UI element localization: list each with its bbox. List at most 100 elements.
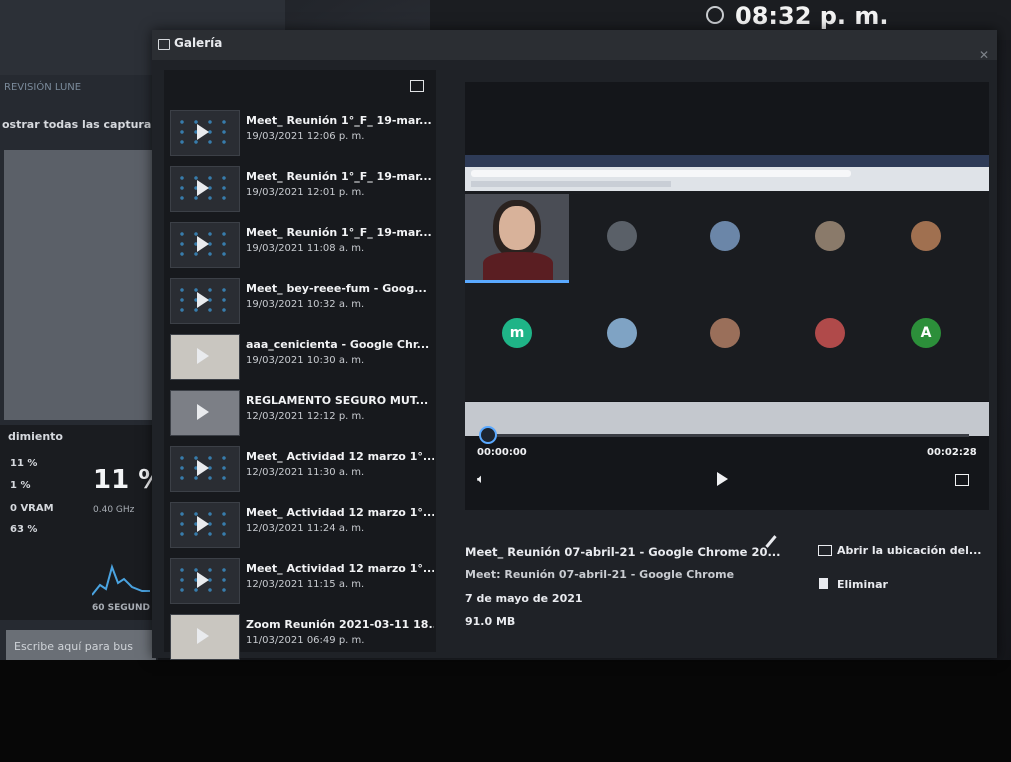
item-title: REGLAMENTO SEGURO MUT...: [246, 394, 429, 407]
captured-shared-screen: [465, 402, 989, 436]
gallery-title: Galería: [174, 36, 223, 50]
perf-row-3: 0 VRAM: [10, 503, 54, 514]
item-title: aaa_cenicienta - Google Chr...: [246, 338, 430, 351]
participant-avatar: [815, 221, 845, 251]
performance-graph: [92, 563, 150, 596]
list-item[interactable]: REGLAMENTO SEGURO MUT... 12/03/2021 12:1…: [170, 390, 434, 442]
play-icon: [197, 572, 209, 588]
item-date: 12/03/2021 11:15 a. m.: [246, 579, 365, 590]
thumbnail: [170, 614, 240, 660]
item-title: Meet_ bey-reee-fum - Goog...: [246, 282, 427, 295]
list-item[interactable]: Meet_ bey-reee-fum - Goog... 19/03/2021 …: [170, 278, 434, 330]
item-title: Meet_ Actividad 12 marzo 1°...: [246, 506, 434, 519]
capture-size: 91.0 MB: [465, 615, 516, 628]
thumbnail: [170, 278, 240, 324]
close-icon[interactable]: ✕: [979, 48, 989, 62]
widget-icon[interactable]: [410, 80, 424, 92]
play-button[interactable]: [717, 472, 728, 486]
open-location-button[interactable]: Abrir la ubicación del...: [837, 544, 981, 557]
list-item[interactable]: Zoom Reunión 2021-03-11 18... 11/03/2021…: [170, 614, 434, 666]
participant-avatar-m: m: [502, 318, 532, 348]
gallery-titlebar: Galería: [152, 30, 997, 60]
item-date: 19/03/2021 10:30 a. m.: [246, 355, 365, 366]
participant-avatar: [710, 318, 740, 348]
participant-avatar: [710, 221, 740, 251]
item-date: 19/03/2021 10:32 a. m.: [246, 299, 365, 310]
list-item[interactable]: Meet_ Actividad 12 marzo 1°... 12/03/202…: [170, 502, 434, 554]
captured-browser-chrome: [465, 155, 989, 191]
performance-heading: dimiento: [8, 430, 63, 443]
background-card: [4, 150, 154, 420]
list-item[interactable]: Meet_ Reunión 1°_F_ 19-mar... 19/03/2021…: [170, 166, 434, 218]
thumbnail: [170, 558, 240, 604]
show-all-captures-link[interactable]: ostrar todas las captura: [2, 118, 151, 131]
play-icon: [197, 404, 209, 420]
item-title: Meet_ Actividad 12 marzo 1°...: [246, 562, 434, 575]
total-time: 00:02:28: [927, 447, 977, 458]
item-title: Meet_ Reunión 1°_F_ 19-mar...: [246, 170, 432, 183]
folder-icon[interactable]: [818, 545, 832, 556]
list-item[interactable]: Meet_ Reunión 1°_F_ 19-mar... 19/03/2021…: [170, 110, 434, 162]
popout-icon[interactable]: [955, 474, 969, 486]
play-icon: [197, 180, 209, 196]
perf-row-4: 63 %: [10, 524, 38, 535]
item-date: 11/03/2021 06:49 p. m.: [246, 635, 365, 646]
capture-list: Meet_ Reunión 1°_F_ 19-mar... 19/03/2021…: [164, 70, 436, 660]
monitor-bezel: [0, 660, 1011, 762]
seek-bar[interactable]: [485, 434, 969, 437]
thumbnail: [170, 166, 240, 212]
trash-icon[interactable]: [819, 578, 828, 589]
play-icon: [197, 292, 209, 308]
current-time: 00:00:00: [477, 447, 527, 458]
taskbar-search-input[interactable]: Escribe aquí para bus: [6, 630, 156, 664]
capture-filename: Meet_ Reunión 07-abril-21 - Google Chrom…: [465, 545, 781, 559]
delete-button[interactable]: Eliminar: [837, 578, 888, 591]
play-icon: [197, 236, 209, 252]
captured-meeting-grid: m A: [465, 191, 989, 401]
volume-icon[interactable]: 🔈︎: [477, 472, 485, 487]
capture-date: 7 de mayo de 2021: [465, 592, 583, 605]
list-item[interactable]: Meet_ Reunión 1°_F_ 19-mar... 19/03/2021…: [170, 222, 434, 274]
item-date: 19/03/2021 11:08 a. m.: [246, 243, 365, 254]
gallery-window: Galería ✕ Meet_ Reunión 1°_F_ 19-mar... …: [152, 30, 997, 660]
list-item[interactable]: aaa_cenicienta - Google Chr... 19/03/202…: [170, 334, 434, 386]
participant-avatar: [911, 221, 941, 251]
item-title: Zoom Reunión 2021-03-11 18...: [246, 618, 434, 631]
perf-row-2: 1 %: [10, 480, 31, 491]
participant-avatar: [815, 318, 845, 348]
participant-avatar: [607, 318, 637, 348]
thumbnail: [170, 446, 240, 492]
play-icon: [197, 628, 209, 644]
perf-ghz: 0.40 GHz: [93, 505, 135, 515]
clock: 08:32 p. m.: [735, 2, 889, 30]
seek-handle[interactable]: [479, 426, 497, 444]
item-date: 12/03/2021 11:24 a. m.: [246, 523, 365, 534]
perf-seconds: 60 SEGUND: [92, 603, 150, 613]
play-icon: [197, 516, 209, 532]
thumbnail: [170, 334, 240, 380]
thumbnail: [170, 110, 240, 156]
item-date: 19/03/2021 12:01 p. m.: [246, 187, 365, 198]
item-date: 19/03/2021 12:06 p. m.: [246, 131, 365, 142]
thumbnail: [170, 390, 240, 436]
item-title: Meet_ Reunión 1°_F_ 19-mar...: [246, 114, 432, 127]
item-date: 12/03/2021 12:12 p. m.: [246, 411, 365, 422]
thumbnail: [170, 502, 240, 548]
thumbnail: [170, 222, 240, 268]
speaker-video-tile: [465, 194, 569, 283]
participant-avatar-a: A: [911, 318, 941, 348]
settings-icon: [706, 6, 724, 24]
participant-avatar: [607, 221, 637, 251]
play-icon: [197, 124, 209, 140]
video-preview[interactable]: m A 00:00:00 00:02:28 🔈︎: [465, 82, 989, 510]
item-title: Meet_ Reunión 1°_F_ 19-mar...: [246, 226, 432, 239]
play-icon: [197, 348, 209, 364]
play-icon: [197, 460, 209, 476]
background-banner: REVISIÓN LUNE: [4, 82, 82, 93]
list-item[interactable]: Meet_ Actividad 12 marzo 1°... 12/03/202…: [170, 446, 434, 498]
item-title: Meet_ Actividad 12 marzo 1°...: [246, 450, 434, 463]
gallery-window-icon: [158, 39, 170, 50]
list-item[interactable]: Meet_ Actividad 12 marzo 1°... 12/03/202…: [170, 558, 434, 610]
item-date: 12/03/2021 11:30 a. m.: [246, 467, 365, 478]
capture-source: Meet: Reunión 07-abril-21 - Google Chrom…: [465, 568, 735, 581]
